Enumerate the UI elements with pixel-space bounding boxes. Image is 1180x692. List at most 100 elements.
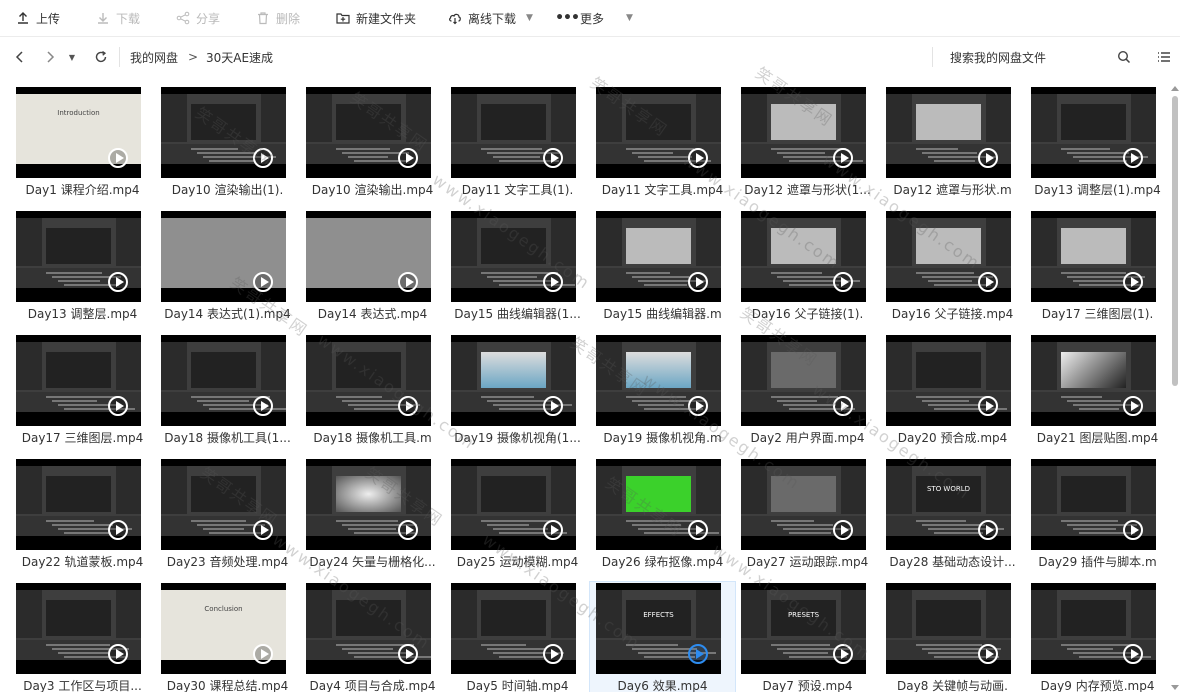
file-tile[interactable]: STO WORLD Day28 基础动态设计... <box>880 458 1025 576</box>
download-button[interactable]: 下载 <box>96 0 140 36</box>
file-tile[interactable]: Day27 运动跟踪.mp4 <box>735 458 880 576</box>
file-tile[interactable]: Day8 关键帧与动画. <box>880 582 1025 692</box>
file-tile[interactable]: Day21 图层贴图.mp4 <box>1025 334 1166 452</box>
history-dropdown-icon[interactable]: ▼ <box>66 37 78 77</box>
file-tile[interactable]: Day18 摄像机工具.m <box>300 334 445 452</box>
play-icon[interactable] <box>398 520 418 540</box>
play-icon[interactable] <box>543 148 563 168</box>
file-tile[interactable]: Day17 三维图层.mp4 <box>10 334 155 452</box>
scroll-down-arrow-icon[interactable] <box>1171 685 1179 690</box>
delete-button[interactable]: 删除 <box>256 0 300 36</box>
file-tile[interactable]: Day2 用户界面.mp4 <box>735 334 880 452</box>
file-tile[interactable]: Day15 曲线编辑器.m <box>590 210 735 328</box>
list-view-icon[interactable] <box>1156 37 1172 77</box>
file-tile[interactable]: Day13 调整层.mp4 <box>10 210 155 328</box>
file-tile[interactable]: Day18 摄像机工具(1... <box>155 334 300 452</box>
play-icon[interactable] <box>833 396 853 416</box>
play-icon[interactable] <box>688 148 708 168</box>
play-icon[interactable] <box>978 396 998 416</box>
file-tile[interactable]: EFFECTS Day6 效果.mp4 <box>589 581 736 692</box>
file-tile[interactable]: Day11 文字工具(1). <box>445 86 590 204</box>
file-tile[interactable]: Day5 时间轴.mp4 <box>445 582 590 692</box>
play-icon[interactable] <box>1123 272 1143 292</box>
file-tile[interactable]: Day15 曲线编辑器(1... <box>445 210 590 328</box>
play-icon[interactable] <box>833 520 853 540</box>
play-icon[interactable] <box>978 520 998 540</box>
play-icon[interactable] <box>833 272 853 292</box>
play-icon[interactable] <box>543 644 563 664</box>
file-tile[interactable]: Day19 摄像机视角(1... <box>445 334 590 452</box>
breadcrumb-current[interactable]: 30天AE速成 <box>206 37 273 77</box>
play-icon[interactable] <box>398 148 418 168</box>
breadcrumb-root[interactable]: 我的网盘 <box>130 37 178 77</box>
back-arrow-icon[interactable] <box>12 37 28 77</box>
offline-download-button[interactable]: 离线下载 ▼ <box>448 0 533 36</box>
play-icon[interactable] <box>978 148 998 168</box>
file-tile[interactable]: Day17 三维图层(1). <box>1025 210 1166 328</box>
play-icon[interactable] <box>108 644 128 664</box>
file-tile[interactable]: Day22 轨道蒙板.mp4 <box>10 458 155 576</box>
chevron-down-icon[interactable]: ▼ <box>626 13 633 23</box>
play-icon[interactable] <box>398 272 418 292</box>
play-icon[interactable] <box>108 520 128 540</box>
play-icon[interactable] <box>688 396 708 416</box>
play-icon[interactable] <box>688 520 708 540</box>
play-icon[interactable] <box>108 272 128 292</box>
play-icon[interactable] <box>978 272 998 292</box>
file-tile[interactable]: Day10 渲染输出.mp4 <box>300 86 445 204</box>
play-icon[interactable] <box>253 520 273 540</box>
scrollbar[interactable] <box>1170 86 1180 692</box>
chevron-down-icon[interactable]: ▼ <box>526 13 533 23</box>
play-icon[interactable] <box>1123 396 1143 416</box>
file-tile[interactable]: Day20 预合成.mp4 <box>880 334 1025 452</box>
search-icon[interactable] <box>1116 37 1132 77</box>
play-icon[interactable] <box>108 396 128 416</box>
file-tile[interactable]: Day29 插件与脚本.m <box>1025 458 1166 576</box>
play-icon[interactable] <box>253 644 273 664</box>
refresh-icon[interactable] <box>92 37 110 77</box>
file-tile[interactable]: Day16 父子链接(1). <box>735 210 880 328</box>
play-icon[interactable] <box>253 148 273 168</box>
file-tile[interactable]: Day12 遮罩与形状.m <box>880 86 1025 204</box>
file-tile[interactable]: Conclusion Day30 课程总结.mp4 <box>155 582 300 692</box>
play-icon[interactable] <box>543 396 563 416</box>
file-tile[interactable]: Day25 运动模糊.mp4 <box>445 458 590 576</box>
play-icon[interactable] <box>978 644 998 664</box>
play-icon[interactable] <box>688 272 708 292</box>
forward-arrow-icon[interactable] <box>42 37 58 77</box>
play-icon[interactable] <box>1123 520 1143 540</box>
file-tile[interactable]: Day3 工作区与项目... <box>10 582 155 692</box>
file-tile[interactable]: Day14 表达式(1).mp4 <box>155 210 300 328</box>
file-tile[interactable]: Day19 摄像机视角.m <box>590 334 735 452</box>
new-folder-button[interactable]: 新建文件夹 <box>336 0 416 36</box>
play-icon[interactable] <box>1123 148 1143 168</box>
play-icon[interactable] <box>833 644 853 664</box>
play-icon[interactable] <box>253 396 273 416</box>
play-icon[interactable] <box>688 644 708 664</box>
play-icon[interactable] <box>253 272 273 292</box>
play-icon[interactable] <box>398 396 418 416</box>
file-tile[interactable]: Day24 矢量与栅格化... <box>300 458 445 576</box>
file-tile[interactable]: Day14 表达式.mp4 <box>300 210 445 328</box>
file-tile[interactable]: Day9 内存预览.mp4 <box>1025 582 1166 692</box>
more-button[interactable]: ••• 更多 ▼ <box>555 0 633 36</box>
file-tile[interactable]: Day23 音频处理.mp4 <box>155 458 300 576</box>
scroll-up-arrow-icon[interactable] <box>1171 86 1179 91</box>
play-icon[interactable] <box>108 148 128 168</box>
file-tile[interactable]: Day16 父子链接.mp4 <box>880 210 1025 328</box>
file-tile[interactable]: Day13 调整层(1).mp4 <box>1025 86 1166 204</box>
file-tile[interactable]: Day4 项目与合成.mp4 <box>300 582 445 692</box>
file-tile[interactable]: Day26 绿布抠像.mp4 <box>590 458 735 576</box>
play-icon[interactable] <box>398 644 418 664</box>
play-icon[interactable] <box>543 520 563 540</box>
share-button[interactable]: 分享 <box>176 0 220 36</box>
scroll-thumb[interactable] <box>1172 96 1178 386</box>
file-tile[interactable]: Day12 遮罩与形状(1... <box>735 86 880 204</box>
play-icon[interactable] <box>833 148 853 168</box>
play-icon[interactable] <box>543 272 563 292</box>
upload-button[interactable]: 上传 <box>16 0 60 36</box>
search-input[interactable]: 搜索我的网盘文件 <box>950 37 1046 77</box>
file-tile[interactable]: Introduction Day1 课程介绍.mp4 <box>10 86 155 204</box>
file-tile[interactable]: Day11 文字工具.mp4 <box>590 86 735 204</box>
file-tile[interactable]: PRESETS Day7 预设.mp4 <box>735 582 880 692</box>
